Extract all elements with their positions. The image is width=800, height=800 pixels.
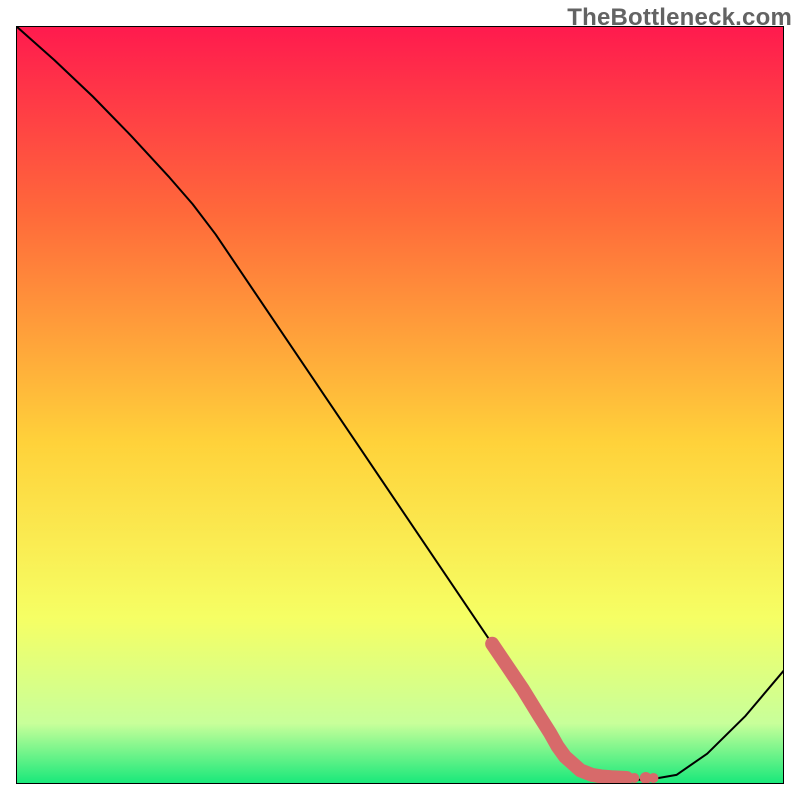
optimal-dots bbox=[629, 772, 658, 784]
gradient-background bbox=[16, 26, 784, 784]
optimal-dot bbox=[629, 773, 639, 783]
chart-root: TheBottleneck.com bbox=[0, 0, 800, 800]
chart-svg bbox=[16, 26, 784, 784]
watermark-text: TheBottleneck.com bbox=[567, 4, 792, 32]
optimal-dot bbox=[648, 773, 658, 783]
plot-area bbox=[16, 26, 784, 784]
